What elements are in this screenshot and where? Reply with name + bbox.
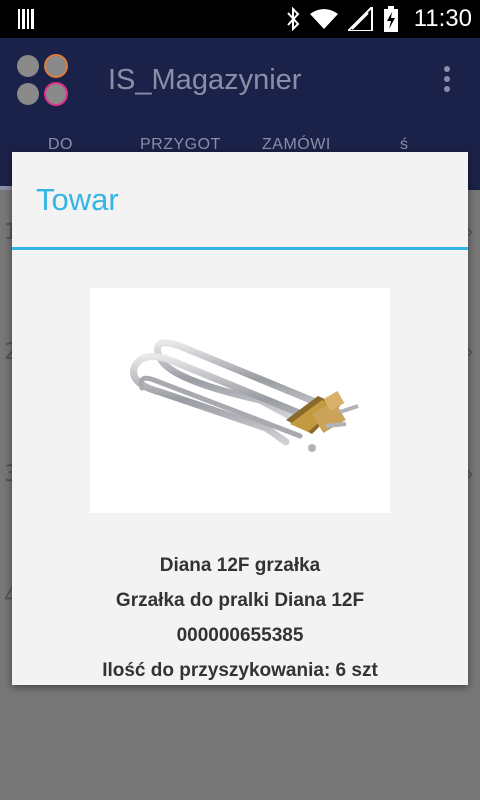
status-time: 11:30 — [413, 5, 472, 32]
heating-element-image — [130, 339, 359, 452]
battery-charging-icon — [383, 6, 398, 32]
signal-icon — [347, 7, 373, 31]
product-description: Grzałka do pralki Diana 12F — [115, 590, 365, 611]
dialog-title: Towar — [36, 182, 119, 217]
barcode-icon — [18, 9, 34, 29]
product-quantity: Ilość do przyszykowania: 6 szt — [102, 660, 378, 681]
status-bar: 11:30 — [0, 0, 480, 38]
product-code: 000000655385 — [176, 625, 304, 646]
dialog-divider — [12, 247, 468, 250]
product-name: Diana 12F grzałka — [159, 555, 321, 576]
app-title: IS_Magazynier — [108, 64, 302, 96]
product-image — [90, 288, 390, 513]
bluetooth-icon — [286, 7, 300, 31]
product-dialog: Towar Diana 12F grzałka Grzałka do pralk… — [12, 152, 468, 685]
overflow-menu-icon[interactable] — [444, 66, 452, 94]
wifi-icon — [309, 9, 338, 29]
app-logo-icon[interactable] — [14, 52, 70, 108]
